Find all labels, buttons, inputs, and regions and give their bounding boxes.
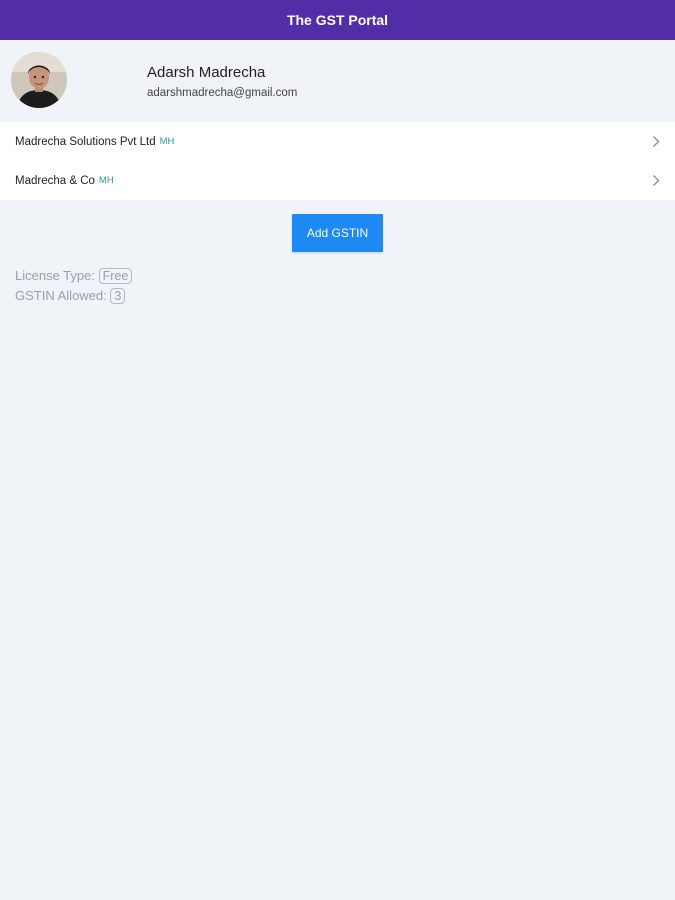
add-gstin-button[interactable]: Add GSTIN (292, 214, 383, 252)
chevron-right-icon (651, 135, 661, 149)
gstin-allowed-row: GSTIN Allowed: 3 (15, 286, 675, 306)
profile-name: Adarsh Madrecha (147, 64, 266, 81)
gstin-item[interactable]: Madrecha Solutions Pvt Ltd MH (0, 122, 675, 161)
license-info: License Type: Free GSTIN Allowed: 3 (0, 266, 675, 306)
gstin-state-tag: MH (159, 136, 175, 147)
gstin-allowed-label: GSTIN Allowed: (15, 288, 107, 303)
chevron-right-icon (651, 174, 661, 188)
app-header: The GST Portal (0, 0, 675, 40)
gstin-allowed-badge: 3 (110, 288, 126, 304)
license-type-row: License Type: Free (15, 266, 675, 286)
gstin-state-tag: MH (98, 175, 114, 186)
license-type-badge: Free (98, 268, 133, 284)
app-title: The GST Portal (286, 12, 389, 28)
profile-email: adarshmadrecha@gmail.com (147, 87, 298, 99)
gstin-item[interactable]: Madrecha & Co MH (0, 161, 675, 200)
avatar (11, 52, 67, 108)
avatar-image (11, 52, 67, 108)
gstin-name: Madrecha Solutions Pvt Ltd (15, 135, 156, 148)
profile-card: Adarsh Madrecha adarshmadrecha@gmail.com (0, 40, 675, 122)
license-type-label: License Type: (15, 268, 95, 283)
gstin-list: Madrecha Solutions Pvt Ltd MH Madrecha &… (0, 122, 675, 200)
gstin-name: Madrecha & Co (15, 174, 95, 187)
add-gstin-section: Add GSTIN (0, 200, 675, 252)
